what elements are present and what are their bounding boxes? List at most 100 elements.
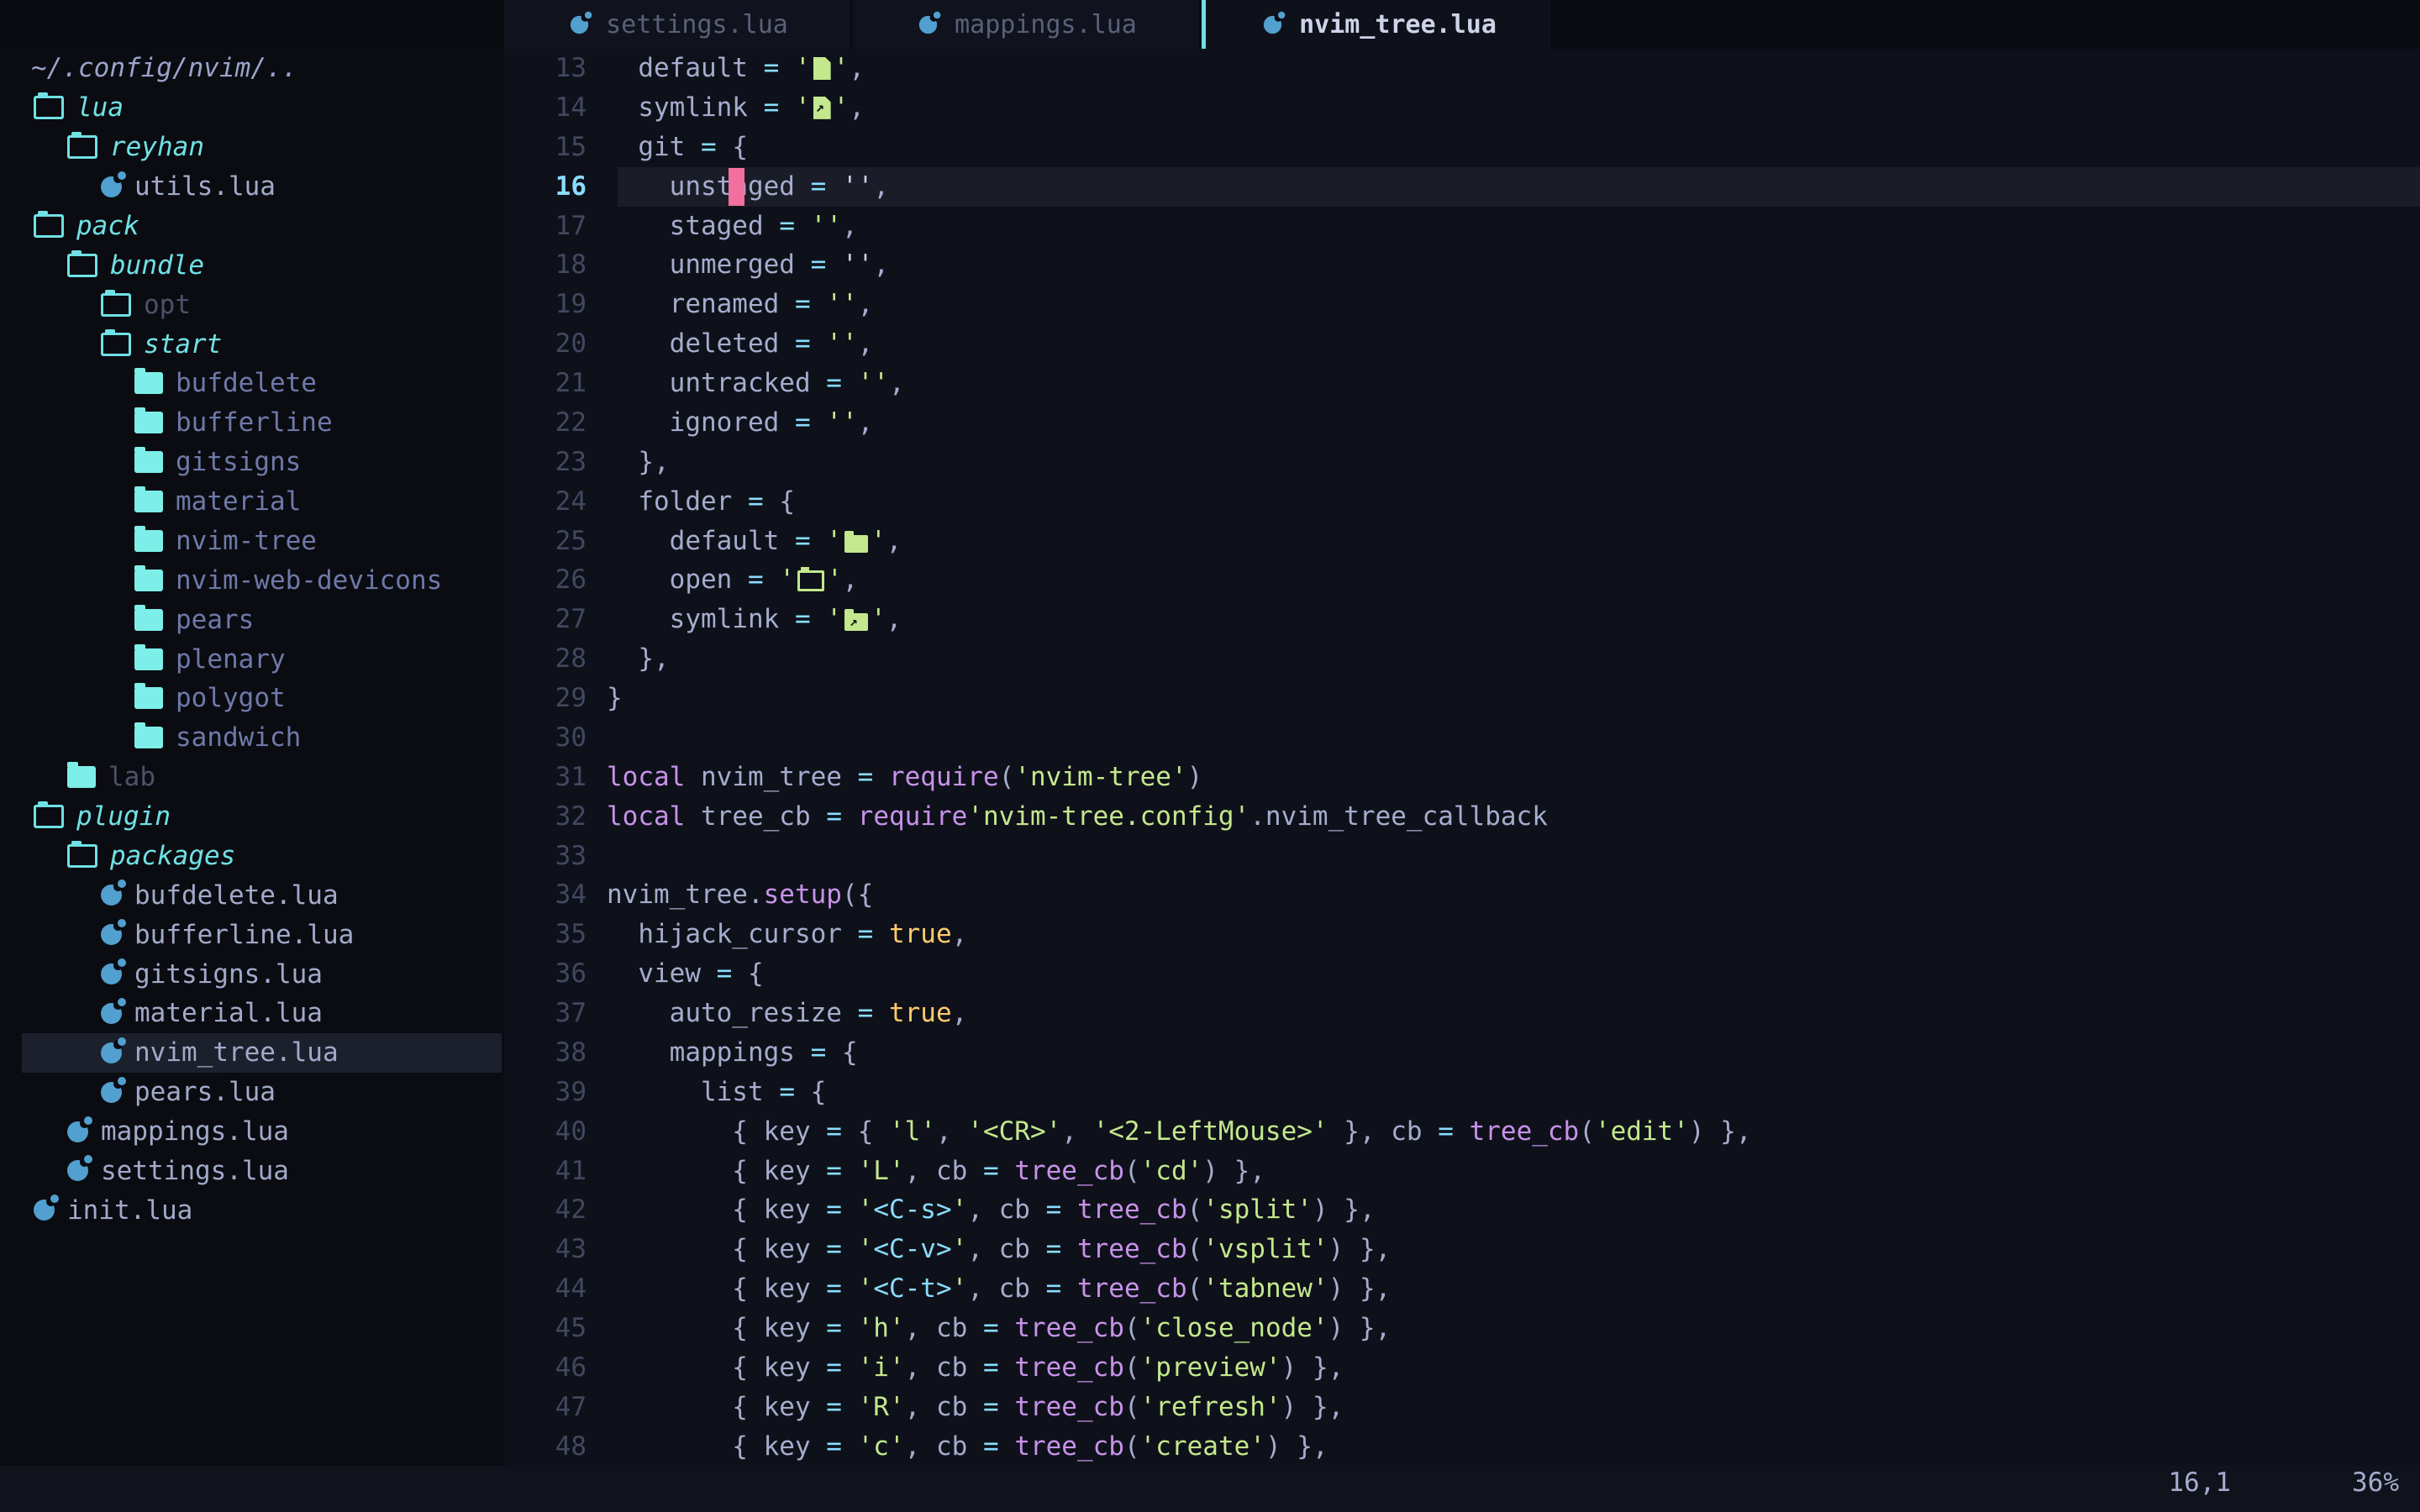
tree-item-plugin[interactable]: plugin	[0, 797, 504, 837]
tree-item-bufferline[interactable]: bufferline	[0, 403, 504, 443]
code-line-21[interactable]: 21 untracked = '',	[504, 364, 2420, 403]
code-line-16[interactable]: 16 unstaged = '',	[504, 167, 2420, 207]
code-line-35[interactable]: 35 hijack_cursor = true,	[504, 915, 2420, 954]
code-segment: (	[1124, 1313, 1140, 1343]
tree-item-polygot[interactable]: polygot	[0, 679, 504, 718]
code-line-43[interactable]: 43 { key = '<C-v>', cb = tree_cb('vsplit…	[504, 1230, 2420, 1269]
code-segment: '	[834, 92, 850, 123]
tree-item-reyhan[interactable]: reyhan	[0, 128, 504, 167]
lua-file-icon	[67, 1160, 88, 1181]
tree-item-utils.lua[interactable]: utils.lua	[0, 167, 504, 207]
code-line-37[interactable]: 37 auto_resize = true,	[504, 994, 2420, 1033]
tree-item-sandwich[interactable]: sandwich	[0, 718, 504, 758]
code-line-41[interactable]: 41 { key = 'L', cb = tree_cb('cd') },	[504, 1152, 2420, 1191]
code-line-46[interactable]: 46 { key = 'i', cb = tree_cb('preview') …	[504, 1348, 2420, 1388]
code-line-44[interactable]: 44 { key = '<C-t>', cb = tree_cb('tabnew…	[504, 1269, 2420, 1309]
code-line-32[interactable]: 32local tree_cb = require'nvim-tree.conf…	[504, 797, 2420, 837]
tree-item-settings.lua[interactable]: settings.lua	[0, 1152, 504, 1191]
folder-link-icon	[844, 613, 868, 631]
tree-item-lab[interactable]: lab	[0, 758, 504, 797]
code-line-20[interactable]: 20 deleted = '',	[504, 324, 2420, 364]
code-segment	[811, 407, 827, 438]
tree-root-path[interactable]: ~/.config/nvim/..	[0, 49, 504, 88]
code-segment: tree_cb	[1077, 1234, 1187, 1264]
code-segment: =	[826, 1431, 842, 1462]
code-segment: =	[826, 801, 842, 832]
code-segment: =	[983, 1431, 999, 1462]
tree-item-material[interactable]: material	[0, 482, 504, 522]
lua-file-icon	[101, 176, 122, 197]
code-segment: tree_cb	[685, 801, 826, 832]
code-line-26[interactable]: 26 open = '',	[504, 560, 2420, 600]
tree-item-plenary[interactable]: plenary	[0, 639, 504, 679]
code-line-13[interactable]: 13 default = '',	[504, 49, 2420, 88]
code-line-22[interactable]: 22 ignored = '',	[504, 403, 2420, 443]
code-line-24[interactable]: 24 folder = {	[504, 482, 2420, 522]
tree-item-nvim-web-devicons[interactable]: nvim-web-devicons	[0, 560, 504, 600]
code-segment: ''	[826, 328, 857, 359]
tree-item-pack[interactable]: pack	[0, 207, 504, 246]
code-line-25[interactable]: 25 default = '',	[504, 522, 2420, 561]
code-line-23[interactable]: 23 },	[504, 443, 2420, 482]
folder-closed-icon	[134, 609, 163, 631]
tree-item-nvim-tree[interactable]: nvim-tree	[0, 522, 504, 561]
code-line-40[interactable]: 40 { key = { 'l', '<CR>', '<2-LeftMouse>…	[504, 1112, 2420, 1152]
code-line-28[interactable]: 28 },	[504, 639, 2420, 679]
tree-item-packages[interactable]: packages	[0, 837, 504, 876]
tab-mappings.lua[interactable]: mappings.lua	[853, 0, 1202, 49]
tree-item-mappings.lua[interactable]: mappings.lua	[0, 1112, 504, 1152]
code-segment	[999, 1313, 1015, 1343]
code-segment: ) },	[1202, 1156, 1265, 1186]
code-text: }	[607, 679, 2420, 718]
code-line-14[interactable]: 14 symlink = '',	[504, 88, 2420, 128]
code-line-42[interactable]: 42 { key = '<C-s>', cb = tree_cb('split'…	[504, 1190, 2420, 1230]
tree-item-bundle[interactable]: bundle	[0, 245, 504, 285]
tree-item-nvim_tree.lua[interactable]: nvim_tree.lua	[0, 1033, 504, 1073]
code-segment	[873, 919, 889, 949]
tree-item-material.lua[interactable]: material.lua	[0, 994, 504, 1033]
tab-settings.lua[interactable]: settings.lua	[504, 0, 853, 49]
code-line-39[interactable]: 39 list = {	[504, 1073, 2420, 1112]
code-segment: =	[717, 958, 733, 989]
tree-item-label: pears	[176, 605, 254, 635]
tree-item-bufferline.lua[interactable]: bufferline.lua	[0, 915, 504, 954]
code-line-47[interactable]: 47 { key = 'R', cb = tree_cb('refresh') …	[504, 1388, 2420, 1427]
code-text: },	[607, 443, 2420, 482]
tree-item-pears[interactable]: pears	[0, 600, 504, 639]
code-line-27[interactable]: 27 symlink = '',	[504, 600, 2420, 639]
line-number: 48	[504, 1427, 607, 1467]
code-segment	[842, 1273, 858, 1304]
code-line-17[interactable]: 17 staged = '',	[504, 207, 2420, 246]
code-line-19[interactable]: 19 renamed = '',	[504, 285, 2420, 324]
code-segment: { key	[607, 1156, 826, 1186]
code-segment: symlink	[607, 604, 795, 634]
tree-item-opt[interactable]: opt	[0, 285, 504, 324]
code-line-31[interactable]: 31local nvim_tree = require('nvim-tree')	[504, 758, 2420, 797]
code-line-48[interactable]: 48 { key = 'c', cb = tree_cb('create') }…	[504, 1427, 2420, 1467]
code-line-45[interactable]: 45 { key = 'h', cb = tree_cb('close_node…	[504, 1309, 2420, 1348]
code-segment: =	[779, 1077, 795, 1107]
tree-item-start[interactable]: start	[0, 324, 504, 364]
tree-item-gitsigns[interactable]: gitsigns	[0, 443, 504, 482]
tree-item-bufdelete[interactable]: bufdelete	[0, 364, 504, 403]
code-segment: , cb	[905, 1352, 983, 1383]
tree-item-init.lua[interactable]: init.lua	[0, 1190, 504, 1230]
code-line-15[interactable]: 15 git = {	[504, 128, 2420, 167]
tree-item-label: pack	[76, 211, 139, 241]
folder-closed-icon	[134, 372, 163, 394]
tree-item-lua[interactable]: lua	[0, 88, 504, 128]
tree-item-gitsigns.lua[interactable]: gitsigns.lua	[0, 954, 504, 994]
code-line-29[interactable]: 29}	[504, 679, 2420, 718]
tree-item-bufdelete.lua[interactable]: bufdelete.lua	[0, 875, 504, 915]
tree-item-pears.lua[interactable]: pears.lua	[0, 1073, 504, 1112]
code-line-34[interactable]: 34nvim_tree.setup({	[504, 875, 2420, 915]
code-line-36[interactable]: 36 view = {	[504, 954, 2420, 994]
tab-nvim_tree.lua[interactable]: nvim_tree.lua	[1202, 0, 1550, 49]
code-line-33[interactable]: 33	[504, 837, 2420, 876]
code-line-30[interactable]: 30	[504, 718, 2420, 758]
code-line-38[interactable]: 38 mappings = {	[504, 1033, 2420, 1073]
code-segment: =	[1438, 1116, 1454, 1147]
code-segment: =	[826, 1392, 842, 1422]
code-segment: {	[764, 486, 795, 517]
code-line-18[interactable]: 18 unmerged = '',	[504, 245, 2420, 285]
